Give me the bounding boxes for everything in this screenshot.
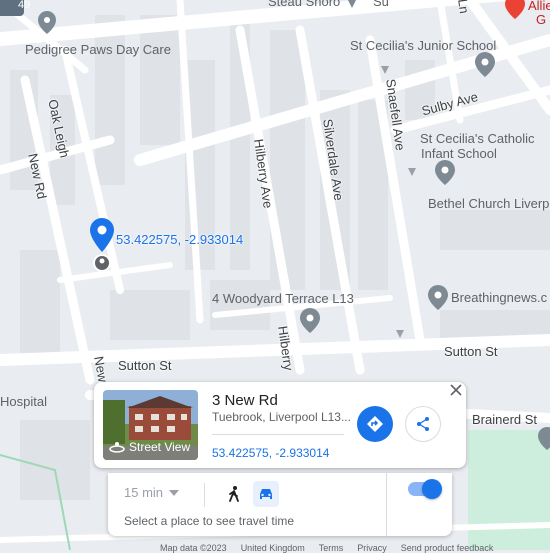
share-button[interactable] bbox=[405, 406, 441, 442]
poi-label-woodyard-terrace[interactable]: 4 Woodyard Terrace L13 bbox=[212, 291, 354, 306]
footer-privacy[interactable]: Privacy bbox=[357, 543, 387, 553]
card-divider bbox=[212, 434, 344, 435]
footer-map-data: Map data ©2023 bbox=[160, 543, 227, 553]
place-address: Tuebrook, Liverpool L13... bbox=[212, 410, 351, 424]
travel-time-select[interactable]: 15 min bbox=[124, 485, 180, 500]
footer-region[interactable]: United Kingdom bbox=[241, 543, 305, 553]
street-label-su: Su bbox=[373, 0, 389, 9]
walking-mode-button[interactable] bbox=[221, 481, 247, 507]
travel-time-toggle[interactable] bbox=[408, 479, 442, 499]
poi-label-allied-2: G bbox=[536, 12, 547, 27]
park-area bbox=[468, 430, 550, 550]
poi-label-hospital[interactable]: Hospital bbox=[0, 394, 47, 409]
share-icon bbox=[417, 417, 429, 431]
footer-terms[interactable]: Terms bbox=[319, 543, 344, 553]
street-label-sutton-st-left: Sutton St bbox=[118, 358, 172, 373]
toggle-knob bbox=[422, 479, 442, 499]
travel-time-value: 15 min bbox=[124, 485, 164, 500]
chevron-down-icon bbox=[169, 489, 180, 496]
poi-label-st-cecilia-catholic[interactable]: St Cecilia's Catholic bbox=[420, 131, 534, 146]
poi-label-breathingnews[interactable]: Breathingnews.c bbox=[451, 290, 547, 305]
map-footer: Map data ©2023 United Kingdom Terms Priv… bbox=[160, 543, 493, 553]
footer-feedback[interactable]: Send product feedback bbox=[401, 543, 494, 553]
travel-hint: Select a place to see travel time bbox=[124, 514, 295, 528]
directions-icon bbox=[367, 416, 383, 432]
street-view-icon bbox=[109, 442, 125, 453]
mode-divider bbox=[204, 483, 205, 507]
driving-mode-button[interactable] bbox=[253, 481, 279, 507]
street-view-label: Street View bbox=[129, 440, 191, 454]
street-label-brainerd-st: Brainerd St bbox=[472, 412, 538, 427]
place-coords[interactable]: 53.422575, -2.933014 bbox=[212, 446, 329, 460]
street-view-badge: Street View bbox=[109, 440, 190, 454]
street-view-thumbnail[interactable]: Street View bbox=[103, 390, 198, 460]
poi-label-steady: Steau Shoro bbox=[268, 0, 341, 9]
car-icon bbox=[260, 489, 272, 499]
poi-label-pedigree-paws[interactable]: Pedigree Paws Day Care bbox=[25, 42, 171, 57]
walking-icon bbox=[229, 486, 239, 502]
place-info-card: Street View 3 New Rd Tuebrook, Liverpool… bbox=[94, 382, 466, 468]
poi-label-st-cecilia-junior[interactable]: St Cecilia's Junior School bbox=[350, 38, 496, 53]
toggle-divider bbox=[386, 473, 387, 536]
dropped-pin-coords-label[interactable]: 53.422575, -2.933014 bbox=[116, 232, 243, 247]
street-label-ln: Ln bbox=[455, 0, 473, 15]
directions-button[interactable] bbox=[357, 406, 393, 442]
travel-time-panel: 15 min Select a place to see travel time bbox=[108, 473, 452, 536]
place-title: 3 New Rd bbox=[212, 392, 278, 409]
poi-label-bethel-church[interactable]: Bethel Church Liverp bbox=[428, 196, 549, 211]
poi-label-infant-school[interactable]: Infant School bbox=[421, 146, 497, 161]
close-card-button[interactable] bbox=[448, 384, 464, 400]
route-shield-label: 49 bbox=[18, 0, 31, 11]
street-label-sutton-st-right: Sutton St bbox=[444, 344, 498, 359]
close-icon bbox=[450, 384, 462, 396]
